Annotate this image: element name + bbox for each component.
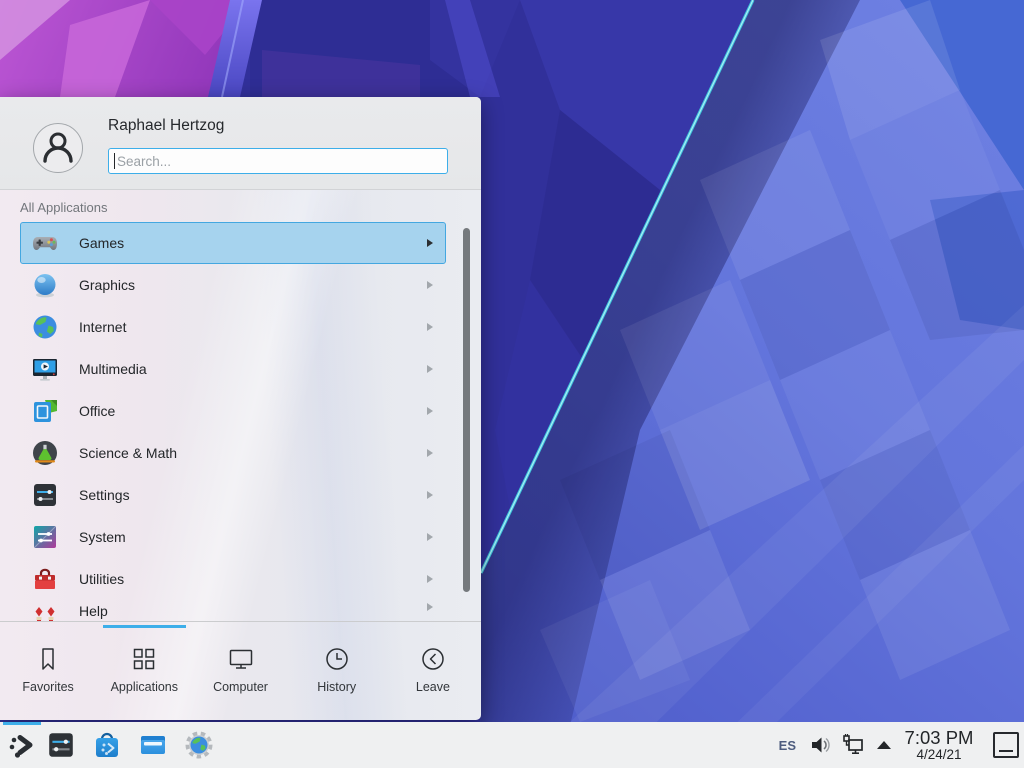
active-task-indicator	[3, 722, 41, 725]
category-item-graphics[interactable]: Graphics	[20, 264, 446, 306]
history-icon	[323, 645, 351, 673]
discover-task[interactable]	[90, 722, 124, 768]
category-item-system[interactable]: System	[20, 516, 446, 558]
system-settings-task[interactable]	[44, 722, 78, 768]
internet-icon	[31, 313, 59, 341]
dolphin-task[interactable]	[136, 722, 170, 768]
search-field-wrap	[108, 148, 448, 174]
category-label: Help	[79, 603, 108, 619]
category-item-science-math[interactable]: Science & Math	[20, 432, 446, 474]
network-icon	[841, 733, 865, 757]
clock-time: 7:03 PM	[901, 728, 977, 747]
show-desktop-button[interactable]	[993, 732, 1019, 758]
office-icon	[31, 397, 59, 425]
submenu-arrow-icon	[427, 491, 433, 499]
submenu-arrow-icon	[427, 365, 433, 373]
submenu-arrow-icon	[427, 603, 433, 611]
submenu-arrow-icon	[427, 239, 433, 247]
category-label: Multimedia	[79, 361, 147, 377]
favorites-icon	[34, 645, 62, 673]
user-icon	[34, 124, 82, 172]
computer-icon	[227, 645, 255, 673]
category-label: Settings	[79, 487, 130, 503]
category-item-office[interactable]: Office	[20, 390, 446, 432]
tab-applications[interactable]: Applications	[96, 622, 192, 720]
tab-label: Favorites	[22, 680, 73, 694]
utilities-icon	[31, 565, 59, 593]
network-tray-item[interactable]	[841, 733, 865, 757]
category-label: Office	[79, 403, 115, 419]
user-name: Raphael Hertzog	[108, 117, 224, 135]
application-launcher-button[interactable]	[0, 722, 44, 768]
application-launcher-menu: Raphael Hertzog All Applications	[0, 97, 481, 720]
discover-icon	[92, 730, 122, 760]
tab-history[interactable]: History	[289, 622, 385, 720]
desktop: Raphael Hertzog All Applications	[0, 0, 1024, 768]
submenu-arrow-icon	[427, 533, 433, 541]
system-tray: ES	[779, 728, 1024, 762]
tab-label: History	[317, 680, 356, 694]
launcher-header: Raphael Hertzog	[0, 97, 481, 190]
text-cursor	[114, 153, 115, 169]
tab-computer[interactable]: Computer	[192, 622, 288, 720]
submenu-arrow-icon	[427, 407, 433, 415]
clock-date: 4/24/21	[901, 748, 977, 762]
taskbar: ES	[0, 722, 1024, 768]
category-item-games[interactable]: Games	[20, 222, 446, 264]
section-label: All Applications	[20, 200, 107, 215]
category-label: Utilities	[79, 571, 124, 587]
digital-clock[interactable]: 7:03 PM 4/24/21	[901, 728, 977, 762]
submenu-arrow-icon	[427, 575, 433, 583]
submenu-arrow-icon	[427, 281, 433, 289]
category-item-help[interactable]: Help	[20, 600, 446, 621]
category-item-utilities[interactable]: Utilities	[20, 558, 446, 600]
category-item-internet[interactable]: Internet	[20, 306, 446, 348]
category-label: Graphics	[79, 277, 135, 293]
konqueror-task[interactable]	[182, 722, 216, 768]
settings-icon	[31, 481, 59, 509]
submenu-arrow-icon	[427, 449, 433, 457]
multimedia-icon	[31, 355, 59, 383]
category-label: System	[79, 529, 126, 545]
tab-label: Leave	[416, 680, 450, 694]
help-icon	[31, 605, 59, 621]
leave-icon	[419, 645, 447, 673]
category-label: Science & Math	[79, 445, 177, 461]
games-icon	[31, 229, 59, 257]
applications-icon	[130, 645, 158, 673]
system-icon	[31, 523, 59, 551]
tab-label: Computer	[213, 680, 268, 694]
volume-tray-item[interactable]	[809, 733, 833, 757]
submenu-arrow-icon	[427, 323, 433, 331]
volume-icon	[809, 733, 833, 757]
category-item-multimedia[interactable]: Multimedia	[20, 348, 446, 390]
category-label: Internet	[79, 319, 126, 335]
application-category-list: Games Graphics	[20, 222, 446, 621]
keyboard-layout-indicator[interactable]: ES	[779, 738, 796, 753]
search-input[interactable]	[108, 148, 448, 174]
science-icon	[31, 439, 59, 467]
tab-favorites[interactable]: Favorites	[0, 622, 96, 720]
konqueror-icon	[184, 730, 214, 760]
tab-leave[interactable]: Leave	[385, 622, 481, 720]
scrollbar[interactable]	[463, 228, 470, 592]
category-label: Games	[79, 235, 124, 251]
tray-expander-arrow-icon[interactable]	[877, 741, 891, 749]
launcher-tab-bar: Favorites Applications Computer	[0, 621, 481, 720]
tab-label: Applications	[111, 680, 178, 694]
dolphin-icon	[138, 730, 168, 760]
user-avatar[interactable]	[33, 123, 83, 173]
system-settings-icon	[46, 730, 76, 760]
graphics-icon	[31, 271, 59, 299]
application-launcher-icon	[6, 729, 38, 761]
category-item-settings[interactable]: Settings	[20, 474, 446, 516]
